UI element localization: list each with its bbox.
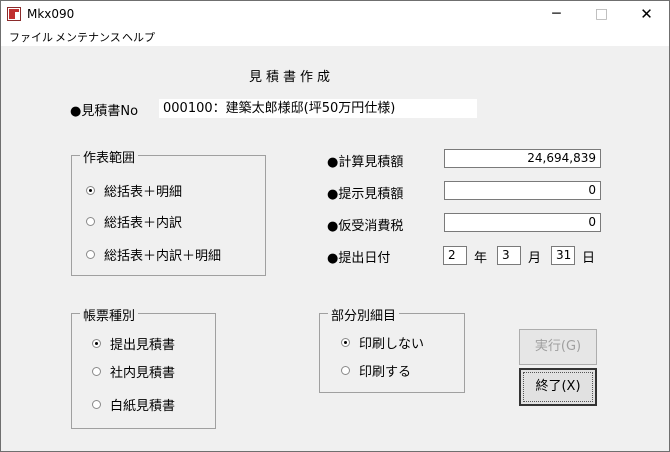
table-range-legend: 作表範囲 (80, 147, 139, 166)
radio-indicator (341, 366, 350, 375)
radio-indicator (86, 250, 95, 259)
radio-label: 印刷する (359, 365, 412, 380)
radio-indicator (341, 338, 350, 347)
close-button[interactable]: ✕ (624, 1, 669, 28)
menu-bar: ファイル メンテナンス ヘルプ (1, 28, 669, 46)
form-type-legend: 帳票種別 (80, 305, 139, 324)
radio-label: 社内見積書 (110, 366, 176, 381)
radio-print[interactable]: 印刷する (341, 361, 411, 380)
form-title: 見積書作成 (249, 70, 335, 85)
minimize-button[interactable]: ─ (534, 1, 579, 28)
maximize-button[interactable]: □ (579, 1, 624, 28)
year-field[interactable]: 2 (443, 246, 467, 265)
day-field[interactable]: 31 (551, 246, 575, 265)
radio-indicator (86, 186, 95, 195)
radio-label: 白紙見積書 (110, 399, 176, 414)
radio-indicator (92, 339, 101, 348)
radio-summary-breakdown-detail[interactable]: 総括表＋内訳＋明細 (86, 245, 221, 264)
radio-blank-estimate[interactable]: 白紙見積書 (92, 395, 175, 414)
menu-help[interactable]: ヘルプ (122, 29, 155, 45)
calc-amount-label: ●計算見積額 (327, 155, 404, 170)
shown-amount-label: ●提示見積額 (327, 187, 404, 202)
calc-amount-field[interactable]: 24,694,839 (444, 149, 601, 168)
tax-field[interactable]: 0 (444, 213, 601, 232)
radio-indicator (92, 367, 101, 376)
menu-file[interactable]: ファイル (9, 29, 53, 45)
detail-group (319, 313, 465, 393)
radio-internal-estimate[interactable]: 社内見積書 (92, 362, 175, 381)
detail-legend: 部分別細目 (328, 305, 400, 324)
radio-label: 提出見積書 (110, 338, 176, 353)
app-window: Mkx090 ─ □ ✕ ファイル メンテナンス ヘルプ 見積書作成 ●見積書N… (0, 0, 670, 452)
radio-label: 総括表＋内訳＋明細 (104, 249, 222, 264)
year-unit: 年 (474, 251, 488, 266)
menu-maintenance[interactable]: メンテナンス (55, 29, 121, 45)
month-unit: 月 (528, 251, 542, 266)
exit-button-label: 終了(X) (535, 379, 581, 394)
radio-summary-detail[interactable]: 総括表＋明細 (86, 181, 182, 200)
title-bar[interactable]: Mkx090 ─ □ ✕ (1, 1, 669, 28)
radio-no-print[interactable]: 印刷しない (341, 333, 424, 352)
radio-label: 総括表＋内訳 (104, 216, 183, 231)
run-button[interactable]: 実行(G) (519, 329, 597, 365)
app-icon (7, 7, 21, 21)
month-field[interactable]: 3 (497, 246, 521, 265)
radio-indicator (86, 217, 95, 226)
radio-label: 総括表＋明細 (104, 185, 183, 200)
radio-submit-estimate[interactable]: 提出見積書 (92, 334, 175, 353)
estimate-no-field[interactable]: 000100：建築太郎様邸(坪50万円仕様) (159, 99, 477, 118)
shown-amount-field[interactable]: 0 (444, 181, 601, 200)
submit-date-label: ●提出日付 (327, 251, 391, 266)
radio-label: 印刷しない (359, 337, 425, 352)
estimate-no-label: ●見積書No (70, 104, 139, 119)
radio-indicator (92, 400, 101, 409)
tax-label: ●仮受消費税 (327, 219, 404, 234)
window-title: Mkx090 (27, 7, 75, 21)
exit-button[interactable]: 終了(X) (519, 368, 597, 406)
day-unit: 日 (582, 251, 596, 266)
radio-summary-breakdown[interactable]: 総括表＋内訳 (86, 212, 182, 231)
